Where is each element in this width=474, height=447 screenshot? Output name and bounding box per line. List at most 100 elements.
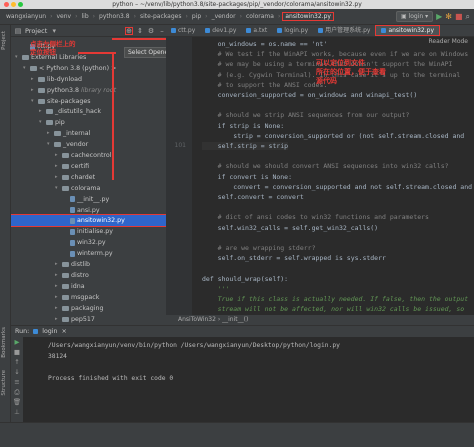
stop-icon[interactable]: ■ <box>11 347 23 357</box>
trash-icon[interactable]: 🗑 <box>11 397 23 407</box>
breadcrumb-item[interactable]: venv <box>54 13 73 20</box>
tree-folder-item[interactable]: ▸ python3.8 library root <box>11 85 166 96</box>
chevron-right-icon[interactable]: ▸ <box>55 292 60 303</box>
tree-item-label: ansi.py <box>77 206 100 214</box>
chevron-right-icon: › <box>133 13 136 20</box>
stop-icon[interactable]: ■ <box>455 12 463 21</box>
chevron-right-icon[interactable]: ▸ <box>55 303 60 314</box>
tree-folder-item[interactable]: ▸ cachecontrol <box>11 150 166 161</box>
chevron-down-icon[interactable]: ▾ <box>47 139 52 150</box>
tree-file-item[interactable]: ansitowin32.py <box>11 214 166 228</box>
code-line: # should we should convert ANSI sequence… <box>202 162 449 171</box>
tree-folder-item[interactable]: ▾ colorama <box>11 183 166 194</box>
tree-file-item[interactable]: win32.py <box>11 237 166 248</box>
chevron-down-icon[interactable]: ▾ <box>23 63 28 74</box>
reader-mode-toggle[interactable]: Reader Mode <box>429 38 469 45</box>
chevron-right-icon[interactable]: ▸ <box>31 85 36 96</box>
tree-file-item[interactable]: winterm.py <box>11 248 166 259</box>
project-tool-tab[interactable]: Project <box>1 31 7 50</box>
soft-wrap-icon[interactable]: ≡ <box>11 377 23 387</box>
locate-file-icon[interactable]: ⊕ <box>125 26 133 35</box>
breadcrumb-item[interactable]: pip <box>190 13 203 20</box>
python-file-icon <box>70 196 75 203</box>
search-icon[interactable]: ⌕ <box>466 12 470 22</box>
scroll-up-icon[interactable]: ↑ <box>11 357 23 367</box>
rerun-icon[interactable]: ▶ <box>11 337 23 347</box>
chevron-down-icon[interactable]: ▾ <box>39 117 44 128</box>
close-window-icon[interactable] <box>4 2 9 7</box>
breadcrumb-item[interactable]: _vendor <box>210 13 238 20</box>
chevron-right-icon[interactable]: ▸ <box>55 270 60 281</box>
breadcrumb-item[interactable]: python3.8 <box>97 13 132 20</box>
python-file-icon <box>171 28 176 33</box>
minimize-window-icon[interactable] <box>11 2 16 7</box>
chevron-right-icon[interactable]: ▸ <box>47 128 52 139</box>
chevron-right-icon[interactable]: ▸ <box>55 172 60 183</box>
tree-folder-item[interactable]: ▸ lib-dynload <box>11 74 166 85</box>
chevron-right-icon[interactable]: ▸ <box>55 259 60 270</box>
structure-tool-tab[interactable]: Structure <box>1 370 7 396</box>
gear-icon[interactable]: ⚙ <box>147 27 155 35</box>
editor-breadcrumb[interactable]: AnsiToWin32 › __init__() <box>166 315 474 325</box>
tree-folder-item[interactable]: ▸ pep517 <box>11 314 166 325</box>
tree-folder-item[interactable]: ▸ certifi <box>11 161 166 172</box>
folder-icon <box>62 316 69 322</box>
run-icon[interactable]: ▶ <box>436 12 442 21</box>
editor-tab[interactable]: dev1.py <box>200 25 241 37</box>
tree-file-item[interactable]: initialise.py <box>11 226 166 237</box>
chevron-right-icon[interactable]: ▸ <box>55 161 60 172</box>
editor-tab[interactable]: login.py <box>272 25 313 37</box>
python-file-icon <box>381 28 387 33</box>
editor-tab[interactable]: 用户管理系统.py <box>313 25 375 37</box>
tree-folder-item[interactable]: ▾ site-packages <box>11 96 166 107</box>
code-editor[interactable]: 101 Reader Mode on_windows = os.name == … <box>166 37 474 315</box>
breadcrumb-item[interactable]: lib <box>79 13 90 20</box>
code-line: on_windows = os.name == 'nt' <box>202 40 328 48</box>
tree-folder-item[interactable]: ▸ packaging <box>11 303 166 314</box>
breadcrumb-item[interactable]: wangxianyun <box>4 13 48 20</box>
breadcrumb-item[interactable]: colorama <box>244 13 276 20</box>
pin-icon[interactable]: ⊥ <box>11 407 23 417</box>
chevron-right-icon[interactable]: ▸ <box>31 74 36 85</box>
debug-icon[interactable]: ✻ <box>445 12 452 21</box>
editor-tab[interactable]: ctt.py <box>166 25 200 37</box>
tree-folder-item[interactable]: ▾ pip <box>11 117 166 128</box>
chevron-down-icon[interactable]: ▾ <box>50 27 58 35</box>
chevron-down-icon[interactable]: ▾ <box>15 52 20 63</box>
tree-folder-item[interactable]: ▸ _internal <box>11 128 166 139</box>
editor-tab[interactable]: ansitowin32.py <box>375 25 441 36</box>
chevron-right-icon[interactable]: ▸ <box>39 106 44 117</box>
close-icon[interactable]: × <box>62 328 67 335</box>
chevron-right-icon[interactable]: ▸ <box>55 150 60 161</box>
project-panel-title[interactable]: Project <box>25 27 47 35</box>
tree-file-item[interactable]: __init__.py <box>11 194 166 205</box>
tree-folder-item[interactable]: ▸ distro <box>11 270 166 281</box>
tree-folder-item[interactable]: ▸ idna <box>11 281 166 292</box>
bookmarks-tool-tab[interactable]: Bookmarks <box>1 327 7 358</box>
tree-folder-item[interactable]: ▸ chardet <box>11 172 166 183</box>
tree-item-label: distro <box>71 271 89 279</box>
scroll-down-icon[interactable]: ↓ <box>11 367 23 377</box>
tree-folder-item[interactable]: ▾ < Python 3.8 (python) > <box>11 63 166 74</box>
run-config-tab[interactable]: login <box>42 328 57 335</box>
collapse-all-icon[interactable]: ⇕ <box>136 27 144 35</box>
breadcrumb-item[interactable]: site-packages <box>138 13 183 20</box>
chevron-right-icon[interactable]: ▸ <box>55 281 60 292</box>
chevron-down-icon[interactable]: ▾ <box>55 183 60 194</box>
python-file-icon <box>70 250 75 257</box>
tree-folder-item[interactable]: ▸ distlib <box>11 259 166 270</box>
breadcrumb-item[interactable]: ansitowin32.py <box>282 12 334 21</box>
run-config-select[interactable]: ▣ login ▾ <box>395 11 434 22</box>
folder-icon <box>62 174 69 180</box>
hide-icon[interactable]: – <box>158 27 166 35</box>
chevron-right-icon[interactable]: ▸ <box>55 314 60 325</box>
annotation-right: 可以定位到文件 所在的位置，便于查看 源代码 <box>316 59 386 86</box>
tree-folder-item[interactable]: ▸ _distutils_hack <box>11 106 166 117</box>
tree-file-item[interactable]: ansi.py <box>11 205 166 216</box>
zoom-window-icon[interactable] <box>18 2 23 7</box>
tree-folder-item[interactable]: ▾ _vendor <box>11 139 166 150</box>
print-icon[interactable]: ⎙ <box>11 387 23 397</box>
tree-folder-item[interactable]: ▸ msgpack <box>11 292 166 303</box>
editor-tab[interactable]: a.txt <box>241 25 272 37</box>
chevron-down-icon[interactable]: ▾ <box>31 96 36 107</box>
